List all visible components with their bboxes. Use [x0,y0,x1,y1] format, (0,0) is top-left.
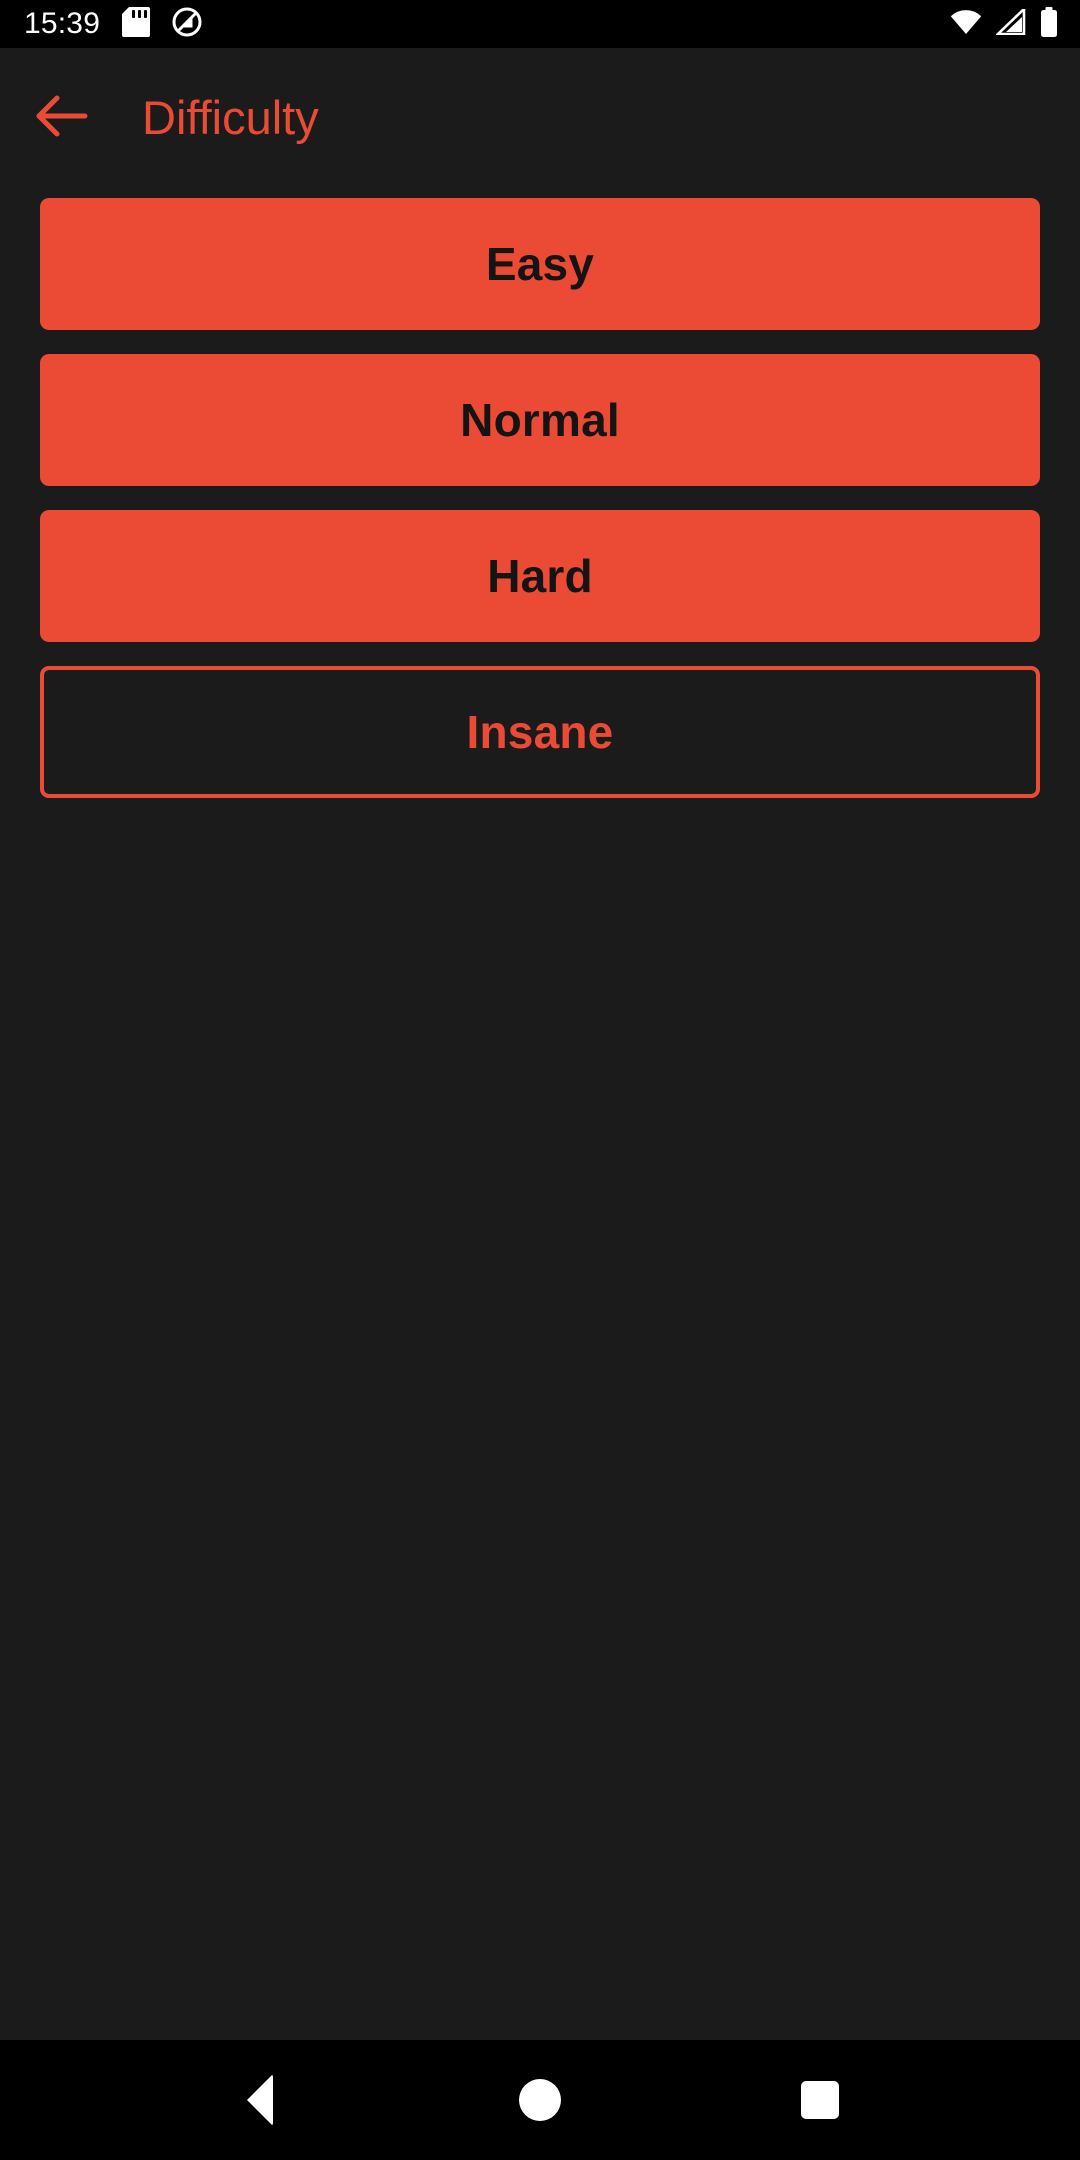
difficulty-option-easy[interactable]: Easy [40,198,1040,330]
back-button[interactable] [24,80,100,156]
app-bar: Difficulty [0,48,1080,188]
difficulty-option-list: Easy Normal Hard Insane [0,198,1080,798]
cellular-signal-icon [994,5,1026,40]
status-bar-clock: 15:39 [24,7,101,40]
android-navigation-bar [0,2040,1080,2160]
status-bar-right [950,5,1058,42]
phone-screen: 15:39 Difficulty Easy Normal Hard Insane [0,0,1080,2160]
battery-full-icon [1040,6,1058,42]
difficulty-option-normal[interactable]: Normal [40,354,1040,486]
nav-recents-button[interactable] [760,2040,880,2160]
recents-square-icon [801,2081,839,2119]
home-circle-icon [519,2079,561,2121]
arrow-left-icon [35,94,89,143]
screen-content: Difficulty Easy Normal Hard Insane [0,48,1080,2040]
page-title: Difficulty [142,91,319,144]
nav-home-button[interactable] [480,2040,600,2160]
do-not-disturb-icon [172,7,202,42]
sd-card-icon [122,6,151,42]
difficulty-option-insane[interactable]: Insane [40,666,1040,798]
wifi-icon [950,9,982,40]
back-triangle-icon [247,2074,273,2126]
status-bar-left: 15:39 [24,6,202,42]
difficulty-option-hard[interactable]: Hard [40,510,1040,642]
nav-back-button[interactable] [200,2040,320,2160]
status-bar: 15:39 [0,0,1080,48]
